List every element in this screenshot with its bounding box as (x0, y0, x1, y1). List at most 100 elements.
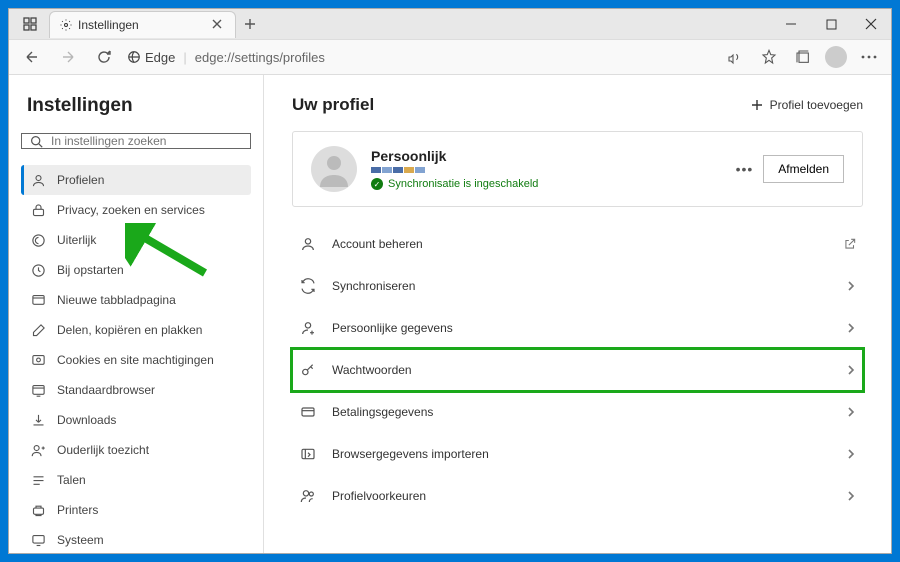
option-row[interactable]: Betalingsgegevens (292, 391, 863, 433)
nav-label: Talen (57, 473, 86, 487)
sidebar-item[interactable]: Printers (21, 495, 251, 525)
chevron-right-icon (845, 280, 857, 292)
more-menu-icon[interactable] (857, 45, 881, 69)
profile-name: Persoonlijk (371, 148, 722, 164)
close-tab-icon[interactable] (211, 18, 225, 32)
toolbar: Edge | edge://settings/profiles (9, 39, 891, 75)
profile-info: Persoonlijk ✓ Synchronisatie is ingescha… (371, 148, 722, 190)
toolbar-actions (723, 45, 881, 69)
settings-search[interactable] (21, 133, 251, 149)
nav-icon (29, 321, 47, 339)
sidebar-item[interactable]: Systeem (21, 525, 251, 553)
sidebar-item[interactable]: Delen, kopiëren en plakken (21, 315, 251, 345)
settings-sidebar: Instellingen Profielen Privacy, zoeken en… (9, 75, 264, 553)
nav-label: Printers (57, 503, 98, 517)
chevron-right-icon (845, 322, 857, 334)
sidebar-item[interactable]: Nieuwe tabbladpagina (21, 285, 251, 315)
option-row[interactable]: Profielvoorkeuren (292, 475, 863, 517)
nav-label: Cookies en site machtigingen (57, 353, 214, 367)
nav-label: Privacy, zoeken en services (57, 203, 205, 217)
option-row[interactable]: Account beheren (292, 223, 863, 265)
nav-icon (29, 411, 47, 429)
nav-label: Systeem (57, 533, 104, 547)
favorite-icon[interactable] (757, 45, 781, 69)
sidebar-item[interactable]: Ouderlijk toezicht (21, 435, 251, 465)
option-icon (298, 486, 318, 506)
profile-card: Persoonlijk ✓ Synchronisatie is ingescha… (292, 131, 863, 207)
nav-icon (29, 531, 47, 549)
nav-icon (29, 201, 47, 219)
sidebar-item[interactable]: Privacy, zoeken en services (21, 195, 251, 225)
option-icon (298, 360, 318, 380)
sidebar-title: Instellingen (27, 95, 251, 117)
nav-icon (29, 231, 47, 249)
sidebar-item[interactable]: Standaardbrowser (21, 375, 251, 405)
profile-actions: ••• Afmelden (736, 155, 844, 183)
option-icon (298, 234, 318, 254)
sidebar-item[interactable]: Uiterlijk (21, 225, 251, 255)
search-input[interactable] (51, 134, 242, 148)
browser-window: Instellingen Edge | edg (8, 8, 892, 554)
option-label: Wachtwoorden (332, 363, 831, 377)
sidebar-item[interactable]: Profielen (21, 165, 251, 195)
option-icon (298, 276, 318, 296)
nav-icon (29, 471, 47, 489)
browser-tab[interactable]: Instellingen (49, 11, 236, 38)
main-header: Uw profiel Profiel toevoegen (292, 95, 863, 115)
tab-strip: Instellingen (9, 9, 264, 39)
sidebar-item[interactable]: Talen (21, 465, 251, 495)
option-icon (298, 444, 318, 464)
window-controls (771, 9, 891, 39)
minimize-button[interactable] (771, 9, 811, 39)
external-link-icon (843, 237, 857, 251)
edge-badge: Edge (127, 50, 175, 65)
app-icon (21, 15, 39, 33)
nav-label: Bij opstarten (57, 263, 124, 277)
edge-label: Edge (145, 50, 175, 65)
option-icon (298, 318, 318, 338)
chevron-right-icon (845, 406, 857, 418)
option-row[interactable]: Browsergegevens importeren (292, 433, 863, 475)
settings-main: Uw profiel Profiel toevoegen Persoonlijk… (264, 75, 891, 553)
search-icon (30, 135, 43, 148)
option-icon (298, 402, 318, 422)
option-row[interactable]: Persoonlijke gegevens (292, 307, 863, 349)
profile-color-bar (371, 167, 722, 173)
nav-label: Downloads (57, 413, 116, 427)
sidebar-item[interactable]: Downloads (21, 405, 251, 435)
sidebar-item[interactable]: Bij opstarten (21, 255, 251, 285)
profile-options-list: Account beherenSynchroniseren Persoonlijk… (292, 223, 863, 517)
nav-label: Nieuwe tabbladpagina (57, 293, 176, 307)
add-profile-button[interactable]: Profiel toevoegen (750, 98, 863, 112)
address-bar[interactable]: Edge | edge://settings/profiles (127, 50, 713, 65)
read-aloud-icon[interactable] (723, 45, 747, 69)
sync-status-label: Synchronisatie is ingeschakeld (388, 178, 538, 190)
nav-label: Delen, kopiëren en plakken (57, 323, 202, 337)
close-window-button[interactable] (851, 9, 891, 39)
nav-icon (29, 171, 47, 189)
option-label: Persoonlijke gegevens (332, 321, 831, 335)
chevron-right-icon (845, 448, 857, 460)
nav-label: Uiterlijk (57, 233, 96, 247)
nav-label: Standaardbrowser (57, 383, 155, 397)
sidebar-item[interactable]: Cookies en site machtigingen (21, 345, 251, 375)
new-tab-button[interactable] (236, 17, 264, 31)
nav-icon (29, 291, 47, 309)
nav-icon (29, 261, 47, 279)
option-row[interactable]: Wachtwoorden (292, 349, 863, 391)
nav-label: Profielen (57, 173, 104, 187)
maximize-button[interactable] (811, 9, 851, 39)
option-row[interactable]: Synchroniseren (292, 265, 863, 307)
nav-icon (29, 351, 47, 369)
tab-title: Instellingen (78, 18, 139, 32)
collections-icon[interactable] (791, 45, 815, 69)
add-profile-label: Profiel toevoegen (770, 98, 863, 112)
nav-icon (29, 381, 47, 399)
forward-button[interactable] (55, 44, 81, 70)
profile-avatar-icon[interactable] (825, 46, 847, 68)
back-button[interactable] (19, 44, 45, 70)
profile-more-icon[interactable]: ••• (736, 161, 754, 177)
refresh-button[interactable] (91, 44, 117, 70)
option-label: Betalingsgegevens (332, 405, 831, 419)
signout-button[interactable]: Afmelden (763, 155, 844, 183)
